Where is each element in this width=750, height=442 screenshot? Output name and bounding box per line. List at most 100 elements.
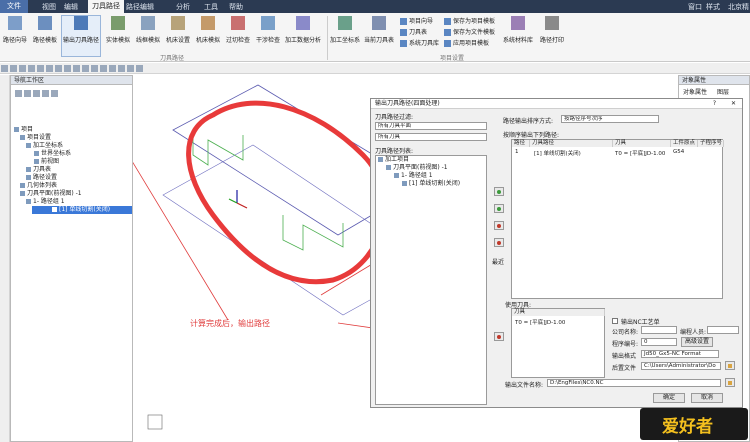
sort-select[interactable]: 按路径序号次序 [561, 115, 659, 123]
path-template-button[interactable]: 路径模板 [30, 16, 60, 56]
filter-tool-select[interactable]: 所有刀具 [375, 133, 487, 141]
fit-icon[interactable] [127, 65, 134, 72]
nc-sheet-checkbox[interactable] [612, 318, 618, 324]
help-icon[interactable]: ? [713, 99, 716, 109]
list-item-project[interactable]: 加工项目 [376, 156, 486, 164]
tree-item-world-cs[interactable]: 世界坐标系 [14, 150, 132, 158]
close-icon[interactable]: ✕ [731, 99, 736, 109]
measure-icon[interactable] [91, 65, 98, 72]
output-toolpath-button[interactable]: 输出刀具路径 [61, 15, 101, 57]
tab-edit[interactable]: 编辑 [64, 2, 78, 12]
list-item-path-group[interactable]: 1- 路径组 1 [376, 172, 486, 180]
machining-cs-button[interactable]: 加工坐标系 [330, 16, 360, 56]
shade-icon[interactable] [64, 65, 71, 72]
group-label-toolpath: 刀具路径 [160, 55, 185, 62]
used-tools-list[interactable]: 刀具 T0 = [平底]JD-1.00 [511, 308, 605, 378]
tab-toolpath[interactable]: 刀具路径 [88, 0, 124, 13]
remove-button[interactable] [494, 221, 504, 230]
material-library-button[interactable]: 系统材料库 [503, 16, 533, 56]
tool-table-item[interactable]: 刀具表 [400, 27, 427, 36]
system-tool-library-item[interactable]: 系统刀具库 [400, 38, 439, 47]
row-path[interactable]: [1] 单线切割(关闭) [534, 149, 581, 157]
postfile-select[interactable]: C:\Users\Administrator\Do [641, 362, 721, 370]
program-no-input[interactable]: 0 [641, 338, 677, 346]
browse-postfile-button[interactable] [725, 361, 735, 370]
remove-all-button[interactable] [494, 238, 504, 247]
solid-sim-icon [111, 16, 125, 30]
company-input[interactable] [641, 326, 677, 334]
tool-item[interactable]: T0 = [平底]JD-1.00 [515, 318, 565, 326]
save-file-template-item[interactable]: 保存为文件模板 [444, 27, 495, 36]
project-wizard-item[interactable]: 项目向导 [400, 16, 433, 25]
view-icon[interactable] [55, 65, 62, 72]
tree-item-tool-table[interactable]: 刀具表 [14, 166, 132, 174]
filter-plane-select[interactable]: 所有刀具平面 [375, 122, 487, 130]
apply-project-template-item[interactable]: 应用项目模板 [444, 38, 489, 47]
file-tab[interactable]: 文件 [0, 0, 28, 13]
current-tool-table-button[interactable]: 当前刀具表 [364, 16, 394, 56]
move-tool-button[interactable] [494, 332, 504, 341]
output-file-input[interactable]: D:\EngFiles\NC0.NC [547, 379, 721, 387]
layers-icon[interactable] [42, 90, 49, 97]
advanced-settings-button[interactable]: 高级设置 [681, 337, 713, 347]
grid-icon[interactable] [73, 65, 80, 72]
programmer-input[interactable] [707, 326, 739, 334]
zoom-icon[interactable] [100, 65, 107, 72]
group-label-project-settings: 项目设置 [440, 55, 465, 62]
tree-item-geometry-list[interactable]: 几何体列表 [14, 182, 132, 190]
move-up-button[interactable] [494, 187, 504, 196]
tab-path-edit[interactable]: 路径编辑 [126, 2, 154, 12]
tab-analysis[interactable]: 分析 [176, 2, 190, 12]
tree-item-path-group[interactable]: 1- 路径组 1 [14, 198, 132, 206]
tree-item-line-cut[interactable]: [1] 单线切割(关闭) [32, 206, 132, 214]
toolpath-icon[interactable] [33, 90, 40, 97]
attr-tab-object[interactable]: 对象属性 [683, 87, 707, 96]
filter-label: 刀具路径过滤: [375, 114, 414, 121]
list-item-tool-plane[interactable]: 刀具平面(前视图) -1 [376, 164, 486, 172]
cut-icon[interactable] [19, 65, 26, 72]
tree-item-tool-plane[interactable]: 刀具平面(前视图) -1 [14, 190, 132, 198]
tab-view[interactable]: 视图 [42, 2, 56, 12]
recent-button[interactable]: 最近 [492, 257, 504, 266]
view-cube-icon[interactable] [147, 414, 163, 430]
snap-icon[interactable] [82, 65, 89, 72]
ribbon: 路径向导 路径模板 输出刀具路径 实体模拟 线框模拟 机床设置 机床模拟 过切检… [0, 13, 750, 62]
browse-output-button[interactable] [725, 378, 735, 387]
tab-tools[interactable]: 工具 [204, 2, 218, 12]
move-down-button[interactable] [494, 204, 504, 213]
ok-button[interactable]: 确定 [653, 393, 685, 403]
tree-item-front-view[interactable]: 前视图 [14, 158, 132, 166]
redo-icon[interactable] [10, 65, 17, 72]
attr-tab-layer[interactable]: 图层 [717, 87, 729, 96]
tree-item-machining-cs[interactable]: 加工坐标系 [14, 142, 132, 150]
project-icon[interactable] [15, 90, 22, 97]
select-icon[interactable] [136, 65, 143, 72]
navigation-panel: 导航工作区 项目 项目设置 加工坐标系 世界坐标系 前视图 刀具表 路径设置 几… [10, 75, 133, 442]
cancel-button[interactable]: 取消 [691, 393, 723, 403]
attr-panel-title: 对象属性 [679, 76, 749, 85]
format-select[interactable]: Jd50_Gx5-NC Format [641, 350, 719, 358]
list-item-line-cut[interactable]: [1] 单线切割(关闭) [376, 180, 486, 188]
highlight-circle [186, 100, 387, 285]
properties-icon[interactable] [51, 90, 58, 97]
pan-icon[interactable] [109, 65, 116, 72]
copy-icon[interactable] [28, 65, 35, 72]
window-menu[interactable]: 窗口 [688, 2, 702, 12]
path-list-tree[interactable]: 加工项目 刀具平面(前视图) -1 1- 路径组 1 [1] 单线切割(关闭) [375, 155, 487, 405]
tree-item-path-settings[interactable]: 路径设置 [14, 174, 132, 182]
tree-item-project[interactable]: 项目 [14, 126, 132, 134]
tree-item-project-settings[interactable]: 项目设置 [14, 134, 132, 142]
rotate-icon[interactable] [118, 65, 125, 72]
axis-y-icon [228, 198, 238, 204]
tab-help[interactable]: 帮助 [229, 2, 243, 12]
path-print-button[interactable]: 路径打印 [537, 16, 567, 56]
style-menu[interactable]: 样式 [706, 2, 720, 12]
layer-icon[interactable] [46, 65, 53, 72]
paste-icon[interactable] [37, 65, 44, 72]
undo-icon[interactable] [1, 65, 8, 72]
save-project-template-item[interactable]: 保存为项目模板 [444, 16, 495, 25]
geometry-icon[interactable] [24, 90, 31, 97]
print-icon [545, 16, 559, 30]
data-analysis-button[interactable]: 加工数据分析 [283, 16, 323, 56]
output-path-table[interactable]: 路径 刀具路径 刀具 工件原点 子程序号 1 [1] 单线切割(关闭) T0 =… [511, 139, 724, 299]
